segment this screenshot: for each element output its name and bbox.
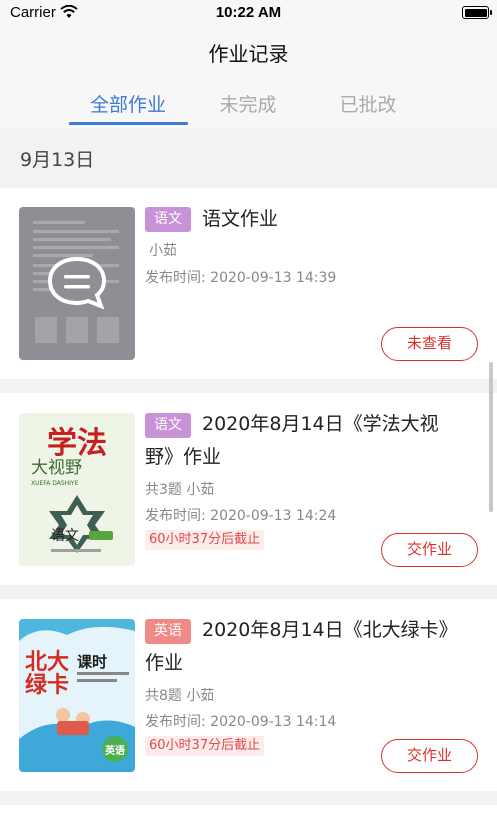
homework-card[interactable]: 语文 语文作业 小茹 发布时间: 2020-09-13 14:39 未查看 xyxy=(0,188,497,379)
cover-text-3: XUEFA DASHIYE xyxy=(31,480,79,487)
homework-thumbnail xyxy=(19,207,135,360)
homework-info: 共3题 小茹 xyxy=(145,482,215,498)
publish-time: 发布时间: 2020-09-13 14:39 xyxy=(145,270,337,286)
tab-active-indicator xyxy=(69,122,188,125)
homework-title: 2020年8月14日《学法大视野》作业 xyxy=(145,413,439,468)
cover-text-2: 绿卡 xyxy=(25,672,69,698)
submit-homework-button[interactable]: 交作业 xyxy=(381,533,478,567)
tab-all-homework[interactable]: 全部作业 xyxy=(68,90,188,117)
subject-tag: 语文 xyxy=(145,207,191,232)
homework-title: 语文作业 xyxy=(202,208,279,230)
document-chat-icon xyxy=(33,221,119,343)
homework-card[interactable]: 学法 大视野 XUEFA DASHIYE 语文 语文 2020年8月14日《学法… xyxy=(0,393,497,585)
scrollbar[interactable] xyxy=(489,362,493,512)
nav-bar: 作业记录 xyxy=(0,26,497,76)
battery-icon xyxy=(462,6,492,19)
page-title: 作业记录 xyxy=(208,42,289,66)
clock: 10:22 AM xyxy=(215,4,282,21)
homework-title: 2020年8月14日《北大绿卡》作业 xyxy=(145,619,449,674)
homework-card[interactable] xyxy=(0,805,497,833)
homework-info: 小茹 xyxy=(149,243,177,259)
homework-thumbnail: 学法 大视野 XUEFA DASHIYE 语文 xyxy=(19,413,135,566)
unviewed-button[interactable]: 未查看 xyxy=(381,327,478,361)
section-date-header: 9月13日 xyxy=(20,149,95,171)
deadline-badge: 60小时37分后截止 xyxy=(145,736,265,756)
tab-graded[interactable]: 已批改 xyxy=(308,90,428,117)
cover-text-1: 学法 xyxy=(47,426,107,461)
cover-text-2: 大视野 xyxy=(31,458,82,478)
publish-time: 发布时间: 2020-09-13 14:14 xyxy=(145,714,337,730)
tab-incomplete[interactable]: 未完成 xyxy=(188,90,308,117)
cover-text-3: 课时 xyxy=(77,653,107,671)
tab-bar: 全部作业 未完成 已批改 xyxy=(0,76,497,128)
cover-text-4: 语文 xyxy=(51,528,79,544)
homework-thumbnail: 北大 绿卡 课时 英语 xyxy=(19,619,135,772)
homework-info: 共8题 小茹 xyxy=(145,688,215,704)
book-cover-image: 北大 绿卡 课时 英语 xyxy=(19,619,135,772)
publish-time: 发布时间: 2020-09-13 14:24 xyxy=(145,508,337,524)
book-cover-image: 学法 大视野 XUEFA DASHIYE 语文 xyxy=(19,413,135,566)
submit-homework-button[interactable]: 交作业 xyxy=(381,739,478,773)
status-bar: Carrier 10:22 AM xyxy=(0,0,497,26)
cover-text-4: 英语 xyxy=(104,744,125,757)
homework-card[interactable]: 北大 绿卡 课时 英语 英语 2020年8月14日《北大绿卡》作业 共8题 小茹… xyxy=(0,599,497,791)
deadline-badge: 60小时37分后截止 xyxy=(145,530,265,550)
